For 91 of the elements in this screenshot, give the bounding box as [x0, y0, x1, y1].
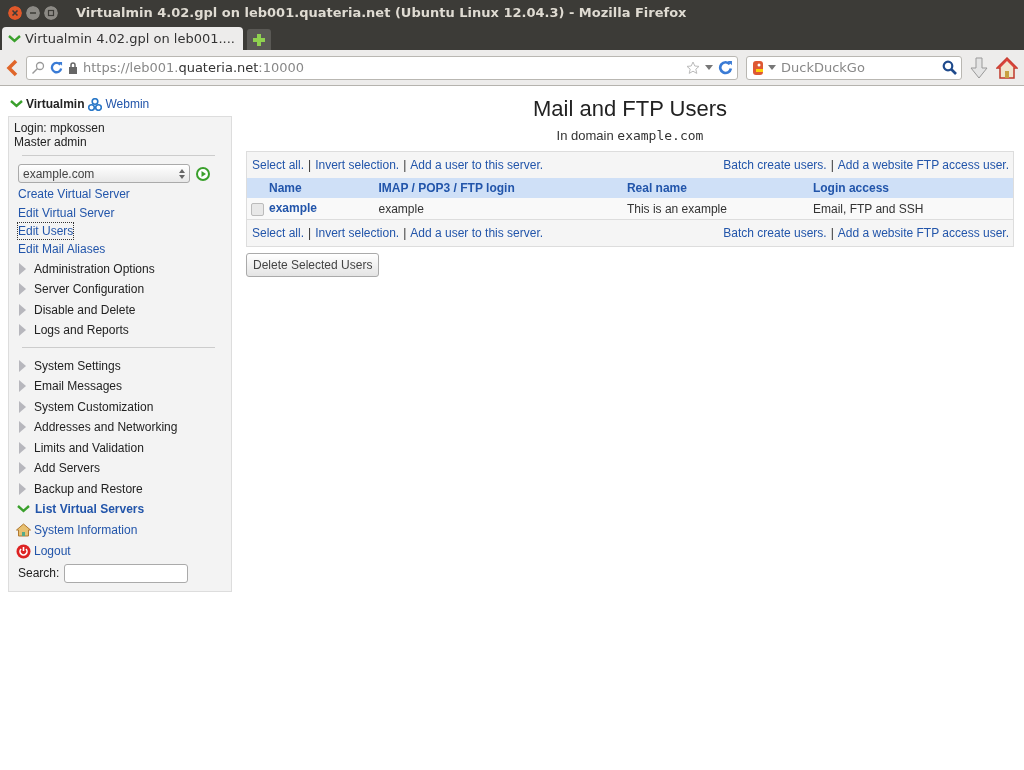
- triangle-right-icon: [19, 400, 26, 413]
- close-icon[interactable]: [8, 5, 22, 20]
- sidebar-category[interactable]: Email Messages: [19, 376, 223, 397]
- lock-icon: [68, 61, 78, 74]
- action-link[interactable]: Batch create users.: [723, 226, 827, 240]
- sidebar-category[interactable]: System Customization: [19, 396, 223, 417]
- link-separator: |: [830, 226, 834, 240]
- triangle-right-icon: [19, 359, 26, 372]
- link-separator: |: [403, 158, 407, 172]
- action-link[interactable]: Batch create users.: [723, 158, 827, 172]
- triangle-right-icon: [19, 441, 26, 454]
- window-title: Virtualmin 4.02.gpl on leb001.quateria.net (Ubuntu Linux 12.04.3) - Mozilla Firefox: [76, 5, 687, 20]
- sidebar-category[interactable]: Disable and Delete: [19, 299, 223, 320]
- dropdown-icon[interactable]: [768, 65, 776, 70]
- check-icon: [8, 34, 21, 43]
- role-text: Master admin: [14, 135, 88, 149]
- sidebar-link[interactable]: System Information: [16, 519, 223, 541]
- triangle-right-icon: [19, 283, 26, 296]
- column-header[interactable]: Name: [247, 178, 375, 198]
- back-icon[interactable]: [6, 58, 18, 77]
- triangle-right-icon: [19, 303, 26, 316]
- go-icon[interactable]: [196, 166, 210, 181]
- power-icon: [16, 543, 31, 559]
- reload-icon[interactable]: [50, 61, 63, 74]
- sidebar-category[interactable]: List Virtual Servers: [17, 499, 223, 520]
- login-text: Login: mpkossen: [14, 121, 106, 135]
- action-link[interactable]: Add a user to this server.: [410, 158, 544, 172]
- new-tab-button[interactable]: [247, 29, 271, 50]
- dropdown-icon[interactable]: [705, 65, 713, 70]
- domain-select[interactable]: example.com: [18, 164, 190, 183]
- sidebar-link[interactable]: Edit Mail Aliases: [18, 240, 106, 259]
- house-icon: [16, 523, 31, 537]
- link-separator: |: [403, 226, 407, 240]
- action-link[interactable]: Add a website FTP access user.: [837, 226, 1009, 240]
- sidebar-category[interactable]: Add Servers: [19, 458, 223, 479]
- check-icon: [10, 100, 23, 108]
- sidebar-link[interactable]: Edit Virtual Server: [18, 203, 115, 222]
- triangle-right-icon: [19, 462, 26, 475]
- sidebar-category[interactable]: System Settings: [19, 355, 223, 376]
- page-subtitle: In domain example.com: [555, 128, 705, 143]
- chevron-down-icon: [17, 505, 30, 514]
- column-header[interactable]: Login access: [808, 178, 1013, 198]
- action-link[interactable]: Add a user to this server.: [410, 226, 544, 240]
- triangle-right-icon: [19, 482, 26, 495]
- page-title: Mail and FTP Users: [532, 96, 728, 122]
- sidebar-link[interactable]: Logout: [16, 540, 223, 562]
- row-checkbox[interactable]: [251, 202, 264, 216]
- minimize-icon[interactable]: [26, 5, 40, 20]
- table-cell: This is an example: [626, 201, 727, 216]
- search-label: Search:: [18, 566, 60, 580]
- search-box[interactable]: DuckDuckGo: [746, 55, 962, 80]
- column-header[interactable]: Real name: [622, 178, 809, 198]
- spinner-arrows-icon: [179, 168, 185, 179]
- action-link[interactable]: Invert selection.: [315, 226, 400, 240]
- plus-icon: [252, 32, 266, 47]
- sidebar-category[interactable]: Limits and Validation: [19, 437, 223, 458]
- link-separator: |: [308, 226, 312, 240]
- sidebar-category[interactable]: Logs and Reports: [19, 320, 223, 341]
- table-cell: example: [378, 201, 424, 216]
- triangle-right-icon: [19, 380, 26, 393]
- reload-icon[interactable]: [718, 60, 733, 75]
- sidebar-category[interactable]: Addresses and Networking: [19, 417, 223, 438]
- network-icon: [88, 97, 103, 111]
- sidebar-category[interactable]: Administration Options: [19, 258, 223, 279]
- module-tab[interactable]: Virtualmin: [10, 97, 85, 111]
- action-link[interactable]: Invert selection.: [315, 158, 400, 172]
- download-icon[interactable]: [970, 56, 988, 79]
- url-text: https://leb001.quateria.net:10000: [83, 60, 305, 75]
- triangle-right-icon: [19, 421, 26, 434]
- triangle-right-icon: [19, 324, 26, 337]
- module-tab[interactable]: Webmin: [88, 97, 150, 111]
- column-header[interactable]: IMAP / POP3 / FTP login: [374, 178, 623, 198]
- sidebar-link[interactable]: Create Virtual Server: [18, 185, 130, 204]
- star-icon[interactable]: [686, 60, 700, 75]
- search-icon[interactable]: [942, 60, 957, 75]
- link-separator: |: [308, 158, 312, 172]
- triangle-right-icon: [19, 262, 26, 275]
- action-link[interactable]: Add a website FTP access user.: [837, 158, 1009, 172]
- delete-selected-users-button[interactable]: Delete Selected Users: [246, 253, 380, 277]
- action-link[interactable]: Select all.: [252, 158, 305, 172]
- browser-tab[interactable]: Virtualmin 4.02.gpl on leb001....: [2, 27, 243, 50]
- maximize-icon[interactable]: [44, 5, 58, 20]
- home-icon[interactable]: [996, 56, 1018, 79]
- link-separator: |: [830, 158, 834, 172]
- sidebar-category[interactable]: Backup and Restore: [19, 478, 223, 499]
- address-bar[interactable]: https://leb001.quateria.net:10000: [26, 55, 738, 80]
- search-field[interactable]: [64, 563, 189, 583]
- sidebar-link[interactable]: Edit Users: [18, 223, 74, 239]
- sidebar-category[interactable]: Server Configuration: [19, 279, 223, 300]
- table-cell: Email, FTP and SSH: [812, 201, 924, 216]
- action-link[interactable]: Select all.: [252, 226, 305, 240]
